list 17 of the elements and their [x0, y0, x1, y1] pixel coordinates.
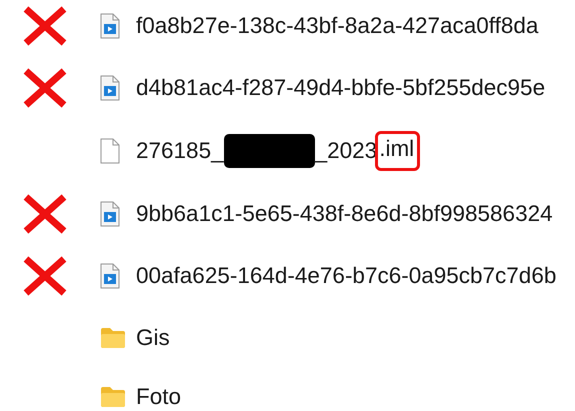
video-file-icon — [100, 200, 120, 227]
file-name[interactable]: f0a8b27e-138c-43bf-8a2a-427aca0ff8da — [136, 12, 538, 39]
video-file-icon — [100, 263, 120, 290]
video-file-icon — [100, 12, 120, 39]
file-name[interactable]: 9bb6a1c1-5e65-438f-8e6d-8bf998586324 — [136, 200, 553, 227]
folder-name[interactable]: Gis — [136, 324, 170, 351]
file-icon — [100, 138, 120, 164]
highlighted-extension: .iml — [375, 131, 420, 172]
folder-icon — [100, 386, 126, 408]
video-file-icon — [100, 75, 120, 102]
file-row[interactable]: Gis — [0, 324, 575, 352]
file-name[interactable]: d4b81ac4-f287-49d4-bbfe-5bf255dec95e — [136, 75, 546, 102]
file-row[interactable]: Foto — [0, 383, 575, 411]
file-name-start: 276185_ — [136, 138, 224, 164]
file-name[interactable]: 00afa625-164d-4e76-b7c6-0a95cb7c7d6b — [136, 263, 556, 290]
folder-icon — [100, 326, 126, 349]
folder-name[interactable]: Foto — [136, 384, 182, 410]
